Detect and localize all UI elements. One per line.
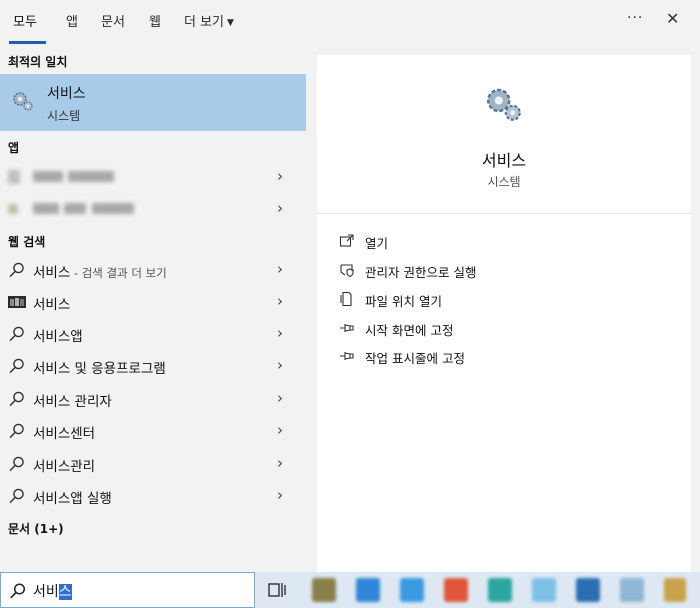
web-result-query: 서비스 bbox=[33, 297, 71, 313]
web-result-query: 서비스 관리자 bbox=[33, 394, 112, 410]
web-result-query: 서비스센터 bbox=[33, 426, 96, 442]
tab-all[interactable]: 모두 bbox=[13, 11, 37, 30]
chevron-right-icon: › bbox=[277, 454, 283, 472]
web-result-item[interactable]: 서비스관리 › bbox=[0, 449, 306, 479]
close-icon[interactable]: ✕ bbox=[666, 9, 679, 28]
web-result-query: 서비스앱 bbox=[33, 329, 83, 345]
pin-icon bbox=[340, 352, 354, 360]
chevron-right-icon: › bbox=[277, 421, 283, 439]
preview-panel: 서비스 시스템 열기 관리자 권한으로 실행 파일 위치 열기 시작 화면에 고… bbox=[317, 55, 691, 572]
taskbar-app-icon[interactable] bbox=[400, 578, 424, 602]
web-result-suffix: - 검색 결과 더 보기 bbox=[70, 266, 167, 280]
app-icon bbox=[8, 170, 20, 184]
web-result-query: 서비스관리 bbox=[33, 459, 96, 475]
web-result-item[interactable]: 서비스 - 검색 결과 더 보기 › bbox=[0, 255, 306, 285]
tab-more[interactable]: 더 보기 ▼ bbox=[184, 11, 234, 30]
chevron-down-icon: ▼ bbox=[227, 18, 234, 28]
shield-icon bbox=[340, 264, 354, 278]
preview-title: 서비스 bbox=[481, 151, 527, 170]
taskbar-app-icon[interactable] bbox=[532, 578, 556, 602]
taskbar-app-icon[interactable] bbox=[312, 578, 336, 602]
web-result-item[interactable]: 서비스앱 › bbox=[0, 319, 306, 349]
tab-documents[interactable]: 문서 bbox=[101, 11, 125, 30]
search-filter-bar: 모두 앱 문서 웹 더 보기 ▼ ··· ✕ bbox=[0, 0, 700, 46]
tab-apps[interactable]: 앱 bbox=[66, 11, 78, 30]
tab-all-indicator bbox=[9, 41, 46, 44]
chevron-right-icon: › bbox=[277, 389, 283, 407]
chevron-right-icon: › bbox=[277, 199, 283, 217]
section-best-match: 최적의 일치 bbox=[8, 55, 68, 69]
app-result-item[interactable]: › bbox=[0, 194, 306, 224]
search-icon bbox=[9, 326, 24, 342]
more-options-icon[interactable]: ··· bbox=[627, 10, 643, 26]
action-label: 열기 bbox=[365, 236, 389, 251]
app-icon bbox=[8, 204, 18, 214]
section-web-search: 웹 검색 bbox=[8, 235, 46, 249]
action-label: 작업 표시줄에 고정 bbox=[365, 351, 465, 366]
chevron-right-icon: › bbox=[277, 292, 283, 310]
open-icon bbox=[339, 234, 354, 247]
action-label: 시작 화면에 고정 bbox=[365, 323, 454, 338]
chevron-right-icon: › bbox=[277, 260, 283, 278]
search-icon bbox=[9, 456, 24, 472]
preview-divider bbox=[317, 213, 691, 214]
image-thumbnail-icon bbox=[8, 296, 26, 308]
taskbar-app-icon[interactable] bbox=[356, 578, 380, 602]
best-match-item[interactable]: 서비스 시스템 bbox=[0, 74, 306, 131]
search-icon bbox=[9, 423, 24, 439]
web-result-item[interactable]: 서비스 및 응용프로그램 › bbox=[0, 351, 306, 381]
web-result-item[interactable]: 서비스센터 › bbox=[0, 416, 306, 446]
search-query: 서비스 bbox=[33, 581, 72, 601]
web-result-item[interactable]: 서비스 관리자 › bbox=[0, 384, 306, 414]
taskbar-app-icon[interactable] bbox=[444, 578, 468, 602]
best-match-type: 시스템 bbox=[47, 109, 81, 123]
task-view-icon[interactable] bbox=[268, 581, 286, 599]
search-icon bbox=[9, 391, 24, 407]
web-result-query: 서비스 bbox=[33, 265, 71, 281]
section-apps: 앱 bbox=[8, 141, 20, 155]
web-result-item[interactable]: 서비스앱 실행 › bbox=[0, 481, 306, 511]
web-result-text: 서비스 - 검색 결과 더 보기 bbox=[33, 261, 167, 281]
tab-more-label: 더 보기 bbox=[184, 15, 225, 30]
taskbar-app-icon[interactable] bbox=[664, 578, 686, 602]
action-label: 관리자 권한으로 실행 bbox=[365, 265, 477, 280]
taskbar-app-icon[interactable] bbox=[488, 578, 512, 602]
search-icon bbox=[9, 358, 24, 374]
search-typed-text: 서비 bbox=[33, 584, 59, 600]
section-documents: 문서 (1+) bbox=[8, 522, 64, 536]
web-result-item[interactable]: 서비스 › bbox=[0, 287, 306, 317]
search-icon bbox=[10, 583, 26, 599]
tab-web[interactable]: 웹 bbox=[149, 11, 161, 30]
search-icon bbox=[9, 262, 24, 278]
app-result-item[interactable]: › bbox=[0, 162, 306, 192]
services-gear-icon bbox=[487, 88, 521, 121]
preview-type: 시스템 bbox=[487, 175, 521, 189]
results-list: 최적의 일치 서비스 시스템 앱 › › 웹 검색 서비스 - 검색 결과 더 bbox=[0, 46, 310, 572]
search-icon bbox=[9, 488, 24, 504]
web-result-query: 서비스 및 응용프로그램 bbox=[33, 361, 166, 377]
chevron-right-icon: › bbox=[277, 324, 283, 342]
services-gear-icon bbox=[13, 92, 33, 111]
taskbar: 서비스 bbox=[0, 572, 700, 608]
best-match-name: 서비스 bbox=[47, 86, 86, 102]
chevron-right-icon: › bbox=[277, 356, 283, 374]
file-location-icon bbox=[340, 291, 352, 307]
search-input[interactable]: 서비스 bbox=[0, 572, 255, 608]
taskbar-app-icon[interactable] bbox=[620, 578, 644, 602]
taskbar-app-icon[interactable] bbox=[576, 578, 600, 602]
chevron-right-icon: › bbox=[277, 486, 283, 504]
action-label: 파일 위치 열기 bbox=[365, 294, 442, 309]
chevron-right-icon: › bbox=[277, 167, 283, 185]
search-composing-text: 스 bbox=[58, 584, 72, 600]
web-result-query: 서비스앱 실행 bbox=[33, 491, 112, 507]
pin-icon bbox=[340, 324, 354, 332]
